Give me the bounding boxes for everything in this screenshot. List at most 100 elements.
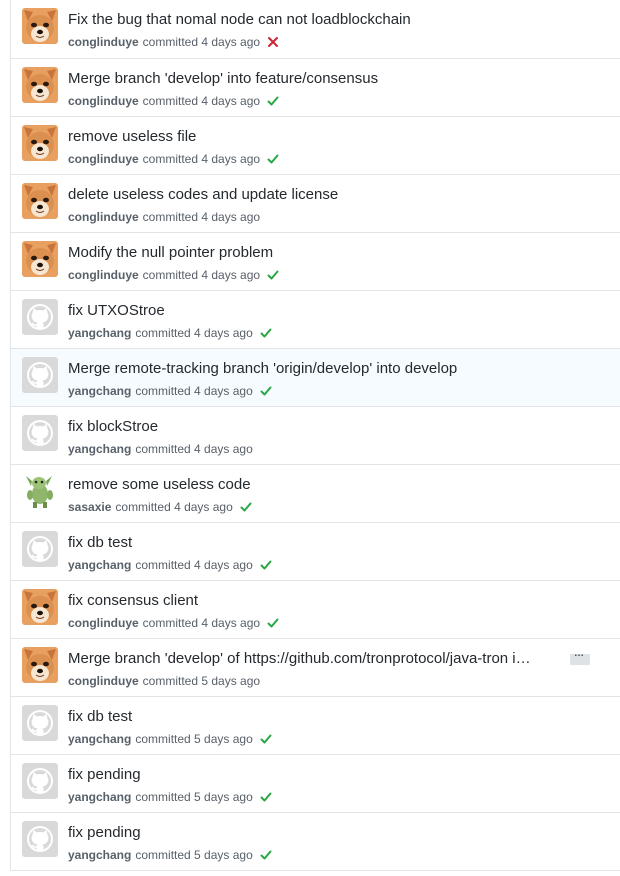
- commit-author-link[interactable]: sasaxie: [68, 499, 111, 515]
- check-icon[interactable]: [260, 849, 272, 861]
- github-default-avatar[interactable]: [22, 821, 58, 857]
- shiba-dog-avatar[interactable]: [22, 8, 58, 44]
- commit-time-text: committed 4 days ago: [142, 152, 261, 166]
- commit-meta: conglinduye committed 4 days ago: [68, 267, 279, 283]
- commit-time-text: committed 5 days ago: [142, 674, 261, 688]
- check-icon[interactable]: [260, 385, 272, 397]
- commit-meta: conglinduye committed 4 days ago: [68, 151, 279, 167]
- commit-row[interactable]: fix consensus client conglinduye committed…: [11, 580, 620, 638]
- shiba-dog-avatar[interactable]: [22, 589, 58, 625]
- commit-time-text: committed 4 days ago: [135, 326, 253, 340]
- commit-title-link[interactable]: Merge branch 'develop' of https://github…: [68, 649, 531, 669]
- github-default-avatar[interactable]: [22, 531, 58, 567]
- check-icon[interactable]: [267, 153, 279, 165]
- commit-title-link[interactable]: fix db test: [68, 707, 132, 727]
- green-character-avatar[interactable]: [22, 473, 58, 509]
- commit-row[interactable]: fix pending yangchang committed 5 days ago: [11, 812, 620, 870]
- check-icon[interactable]: [267, 269, 279, 281]
- x-icon[interactable]: [267, 36, 279, 48]
- commit-title-link[interactable]: fix consensus client: [68, 591, 198, 611]
- commit-author-link[interactable]: yangchang: [68, 383, 131, 399]
- github-default-avatar[interactable]: [22, 763, 58, 799]
- commit-row[interactable]: fix db test yangchang committed 4 days ago: [11, 522, 620, 580]
- check-icon[interactable]: [260, 559, 272, 571]
- ellipsis-icon: …: [574, 648, 585, 659]
- commit-title-link[interactable]: Merge branch 'develop' into feature/cons…: [68, 69, 378, 89]
- check-icon[interactable]: [267, 617, 279, 629]
- commit-list: Fix the bug that nomal node can not load…: [10, 0, 620, 871]
- commit-author-link[interactable]: conglinduye: [68, 34, 139, 50]
- commit-row[interactable]: delete useless codes and update license c…: [11, 174, 620, 232]
- commit-time-text: committed 5 days ago: [135, 732, 253, 746]
- github-default-avatar[interactable]: [22, 299, 58, 335]
- commit-title-link[interactable]: delete useless codes and update license: [68, 185, 338, 205]
- commit-title-link[interactable]: remove some useless code: [68, 475, 251, 495]
- commit-meta: conglinduye committed 4 days ago: [68, 34, 279, 50]
- commit-row[interactable]: fix pending yangchang committed 5 days ago: [11, 754, 620, 812]
- commit-title-link[interactable]: Fix the bug that nomal node can not load…: [68, 10, 411, 30]
- commit-meta: yangchang committed 4 days ago: [68, 441, 253, 457]
- commit-title-link[interactable]: remove useless file: [68, 127, 196, 147]
- commit-row[interactable]: Merge branch 'develop' into feature/cons…: [11, 58, 620, 116]
- github-default-avatar[interactable]: [22, 705, 58, 741]
- commit-author-link[interactable]: conglinduye: [68, 209, 139, 225]
- commit-title-link[interactable]: fix pending: [68, 765, 141, 785]
- expand-commit-message-button[interactable]: …: [570, 648, 590, 665]
- commit-author-link[interactable]: yangchang: [68, 557, 131, 573]
- commit-time-text: committed 4 days ago: [135, 558, 253, 572]
- commit-row[interactable]: remove useless file conglinduye committed …: [11, 116, 620, 174]
- commit-row[interactable]: Merge branch 'develop' of https://github…: [11, 638, 620, 696]
- shiba-dog-avatar[interactable]: [22, 125, 58, 161]
- commit-row[interactable]: Modify the null pointer problem conglindu…: [11, 232, 620, 290]
- commit-author-link[interactable]: conglinduye: [68, 673, 139, 689]
- commit-author-link[interactable]: conglinduye: [68, 615, 139, 631]
- commit-title-link[interactable]: Merge remote-tracking branch 'origin/dev…: [68, 359, 457, 379]
- commit-author-link[interactable]: conglinduye: [68, 93, 139, 109]
- shiba-dog-avatar[interactable]: [22, 241, 58, 277]
- commit-author-link[interactable]: conglinduye: [68, 151, 139, 167]
- commit-time-text: committed 4 days ago: [142, 616, 261, 630]
- commit-meta: sasaxie committed 4 days ago: [68, 499, 252, 515]
- github-default-avatar[interactable]: [22, 357, 58, 393]
- check-icon[interactable]: [267, 95, 279, 107]
- commit-meta: yangchang committed 5 days ago: [68, 731, 272, 747]
- commit-time-text: committed 4 days ago: [142, 210, 261, 224]
- commit-row[interactable]: fix db test yangchang committed 5 days ago: [11, 696, 620, 754]
- commit-row[interactable]: Merge remote-tracking branch 'origin/dev…: [11, 348, 620, 406]
- commit-author-link[interactable]: yangchang: [68, 847, 131, 863]
- commit-time-text: committed 4 days ago: [142, 268, 261, 282]
- commit-title-link[interactable]: fix db test: [68, 533, 132, 553]
- check-icon[interactable]: [260, 733, 272, 745]
- commit-time-text: committed 5 days ago: [135, 790, 253, 804]
- commit-time-text: committed 4 days ago: [135, 384, 253, 398]
- commit-row[interactable]: remove some useless code sasaxie committed…: [11, 464, 620, 522]
- commit-title-link[interactable]: fix pending: [68, 823, 141, 843]
- commit-author-link[interactable]: yangchang: [68, 441, 131, 457]
- shiba-dog-avatar[interactable]: [22, 67, 58, 103]
- commit-meta: conglinduye committed 4 days ago: [68, 209, 260, 225]
- commit-title-link[interactable]: Modify the null pointer problem: [68, 243, 273, 263]
- commit-time-text: committed 4 days ago: [142, 94, 261, 108]
- commit-title-link[interactable]: fix blockStroe: [68, 417, 158, 437]
- commit-title-link[interactable]: fix UTXOStroe: [68, 301, 165, 321]
- check-icon[interactable]: [240, 501, 252, 513]
- github-default-avatar[interactable]: [22, 415, 58, 451]
- check-icon[interactable]: [260, 327, 272, 339]
- commit-meta: yangchang committed 5 days ago: [68, 789, 272, 805]
- commit-time-text: committed 4 days ago: [115, 500, 233, 514]
- commit-author-link[interactable]: yangchang: [68, 789, 131, 805]
- commit-row[interactable]: fix blockStroe yangchang committed 4 days …: [11, 406, 620, 464]
- check-icon[interactable]: [260, 791, 272, 803]
- commit-author-link[interactable]: yangchang: [68, 325, 131, 341]
- commit-row[interactable]: Fix the bug that nomal node can not load…: [11, 0, 620, 58]
- commit-time-text: committed 4 days ago: [135, 442, 253, 456]
- commit-meta: yangchang committed 4 days ago: [68, 557, 272, 573]
- commit-author-link[interactable]: yangchang: [68, 731, 131, 747]
- commit-meta: conglinduye committed 4 days ago: [68, 93, 279, 109]
- commit-meta: yangchang committed 4 days ago: [68, 383, 272, 399]
- shiba-dog-avatar[interactable]: [22, 183, 58, 219]
- commit-time-text: committed 5 days ago: [135, 848, 253, 862]
- shiba-dog-avatar[interactable]: [22, 647, 58, 683]
- commit-row[interactable]: fix UTXOStroe yangchang committed 4 days a…: [11, 290, 620, 348]
- commit-author-link[interactable]: conglinduye: [68, 267, 139, 283]
